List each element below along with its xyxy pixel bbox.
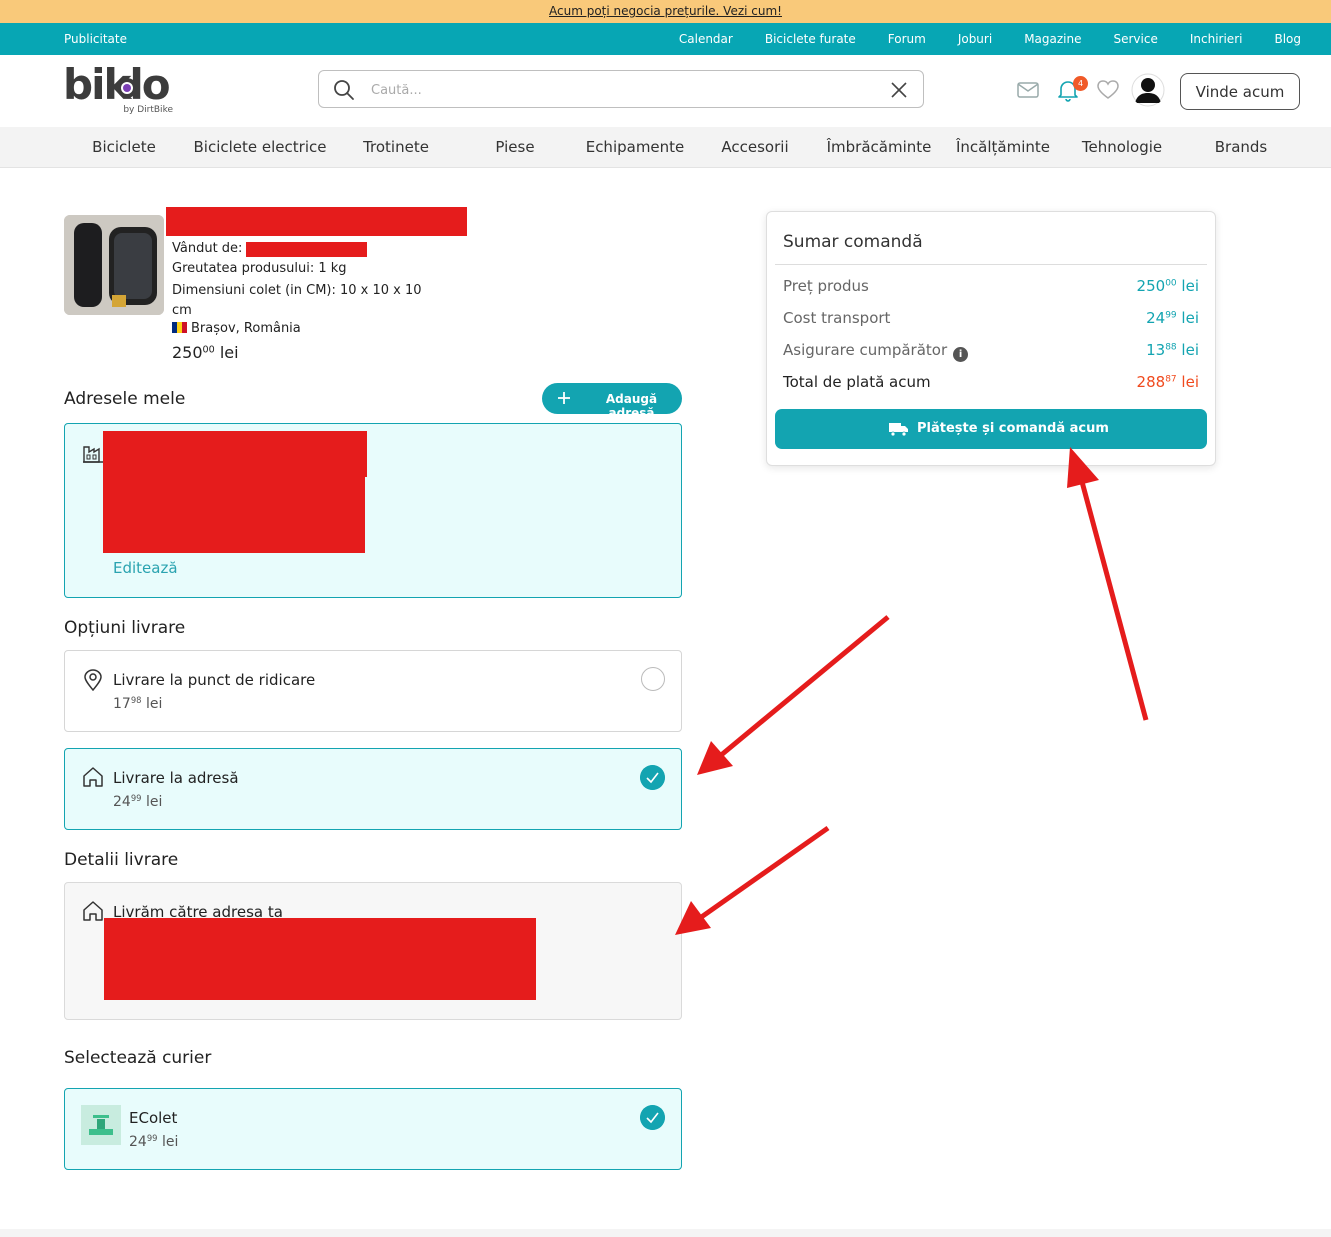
addresses-title: Adresele mele bbox=[64, 389, 186, 409]
logo[interactable]: biklo by DirtBike bbox=[63, 63, 175, 117]
nav-biciclete-furate[interactable]: Biciclete furate bbox=[765, 23, 856, 55]
nav-blog[interactable]: Blog bbox=[1274, 23, 1301, 55]
promo-bar: Acum poți negocia prețurile. Vezi cum! bbox=[0, 0, 1331, 23]
summary-row-total: Total de plată acum 28887 lei bbox=[783, 373, 1199, 391]
product-dimensions: Dimensiuni colet (in CM): 10 x 10 x 10 c… bbox=[172, 283, 422, 318]
avatar[interactable] bbox=[1131, 73, 1165, 107]
plus-icon bbox=[558, 392, 570, 404]
product-price: 25000 lei bbox=[172, 343, 239, 362]
pickup-radio[interactable] bbox=[641, 667, 665, 691]
search-bar bbox=[318, 70, 924, 108]
cat-biciclete-electrice[interactable]: Biciclete electrice bbox=[194, 127, 327, 167]
heart-icon[interactable] bbox=[1095, 77, 1121, 103]
cat-accesorii[interactable]: Accesorii bbox=[721, 127, 788, 167]
summary-row-insurance: Asigurare cumpărător i 1388 lei bbox=[783, 341, 1199, 362]
cat-trotinete[interactable]: Trotinete bbox=[363, 127, 429, 167]
cat-incaltaminte[interactable]: Încălțăminte bbox=[956, 127, 1050, 167]
product-weight: Greutatea produsului: 1 kg bbox=[172, 261, 347, 276]
nav-joburi[interactable]: Joburi bbox=[958, 23, 992, 55]
address-delivery-price: 2499 lei bbox=[113, 793, 163, 811]
nav-calendar[interactable]: Calendar bbox=[679, 23, 733, 55]
arrow-to-pay-button bbox=[1067, 447, 1149, 721]
redacted-seller bbox=[246, 242, 367, 257]
pickup-label: Livrare la punct de ridicare bbox=[113, 671, 316, 689]
sell-now-button[interactable]: Vinde acum bbox=[1180, 73, 1300, 110]
category-nav: Biciclete Biciclete electrice Trotinete … bbox=[0, 127, 1331, 168]
add-address-button[interactable]: Adaugă adresă bbox=[542, 383, 682, 420]
address-delivery-check-icon[interactable] bbox=[640, 765, 665, 790]
nav-forum[interactable]: Forum bbox=[888, 23, 926, 55]
cat-echipamente[interactable]: Echipamente bbox=[586, 127, 685, 167]
order-summary: Sumar comandă Preț produs 25000 lei Cost… bbox=[766, 211, 1216, 466]
redacted-delivery-address bbox=[104, 918, 536, 1000]
product-image bbox=[64, 215, 164, 315]
location-text: Brașov, România bbox=[191, 321, 301, 336]
delivery-details-title: Detalii livrare bbox=[64, 850, 179, 870]
header: biklo by DirtBike 4 Vinde acum bbox=[0, 55, 1331, 127]
top-nav: Publicitate Calendar Biciclete furate Fo… bbox=[0, 23, 1331, 55]
nav-publicitate[interactable]: Publicitate bbox=[64, 23, 127, 55]
delivery-options-title: Opțiuni livrare bbox=[64, 618, 186, 638]
cat-brands[interactable]: Brands bbox=[1215, 127, 1268, 167]
nav-service[interactable]: Service bbox=[1114, 23, 1158, 55]
nav-magazine[interactable]: Magazine bbox=[1024, 23, 1081, 55]
redacted-address-details bbox=[103, 470, 365, 553]
truck-icon bbox=[889, 423, 908, 437]
nav-inchirieri[interactable]: Inchirieri bbox=[1190, 23, 1243, 55]
redacted-product-title bbox=[166, 207, 467, 236]
notification-badge: 4 bbox=[1073, 76, 1088, 91]
delivery-option-pickup[interactable]: Livrare la punct de ridicare 1798 lei bbox=[64, 650, 682, 732]
summary-title: Sumar comandă bbox=[783, 232, 923, 252]
building-icon bbox=[83, 446, 103, 463]
summary-row-product: Preț produs 25000 lei bbox=[783, 277, 1199, 295]
courier-price: 2499 lei bbox=[129, 1133, 179, 1151]
mail-icon[interactable] bbox=[1015, 77, 1041, 103]
pickup-price: 1798 lei bbox=[113, 695, 163, 713]
summary-divider bbox=[775, 264, 1207, 265]
romania-flag-icon bbox=[172, 322, 187, 333]
arrow-to-address-delivery bbox=[697, 615, 890, 775]
pay-and-order-button[interactable]: Plătește și comandă acum bbox=[775, 409, 1207, 449]
arrow-to-delivery-details bbox=[675, 825, 830, 935]
logo-subtitle: by DirtBike bbox=[123, 105, 173, 115]
search-input[interactable] bbox=[371, 79, 851, 101]
footer-strip bbox=[0, 1229, 1331, 1237]
info-icon[interactable]: i bbox=[953, 347, 969, 362]
cat-piese[interactable]: Piese bbox=[495, 127, 534, 167]
search-icon bbox=[334, 80, 354, 100]
summary-row-transport: Cost transport 2499 lei bbox=[783, 309, 1199, 327]
home-icon bbox=[83, 767, 103, 787]
home-icon bbox=[83, 901, 103, 921]
edit-address-link[interactable]: Editează bbox=[113, 559, 178, 577]
product-location: Brașov, România bbox=[172, 321, 301, 336]
courier-option-ecolet[interactable]: EColet 2499 lei bbox=[64, 1088, 682, 1170]
courier-title: Selectează curier bbox=[64, 1048, 212, 1068]
delivery-option-address[interactable]: Livrare la adresă 2499 lei bbox=[64, 748, 682, 830]
courier-name: EColet bbox=[129, 1109, 178, 1127]
clear-icon[interactable] bbox=[889, 80, 909, 100]
location-pin-icon bbox=[84, 669, 102, 691]
cat-biciclete[interactable]: Biciclete bbox=[92, 127, 156, 167]
logo-o-icon bbox=[117, 78, 137, 98]
cat-imbracaminte[interactable]: Îmbrăcăminte bbox=[827, 127, 932, 167]
promo-link[interactable]: Acum poți negocia prețurile. Vezi cum! bbox=[549, 4, 782, 18]
sold-by-label: Vândut de: bbox=[172, 241, 243, 256]
address-delivery-label: Livrare la adresă bbox=[113, 769, 239, 787]
cat-tehnologie[interactable]: Tehnologie bbox=[1082, 127, 1162, 167]
ecolet-logo-icon bbox=[81, 1105, 121, 1145]
courier-check-icon[interactable] bbox=[640, 1105, 665, 1130]
